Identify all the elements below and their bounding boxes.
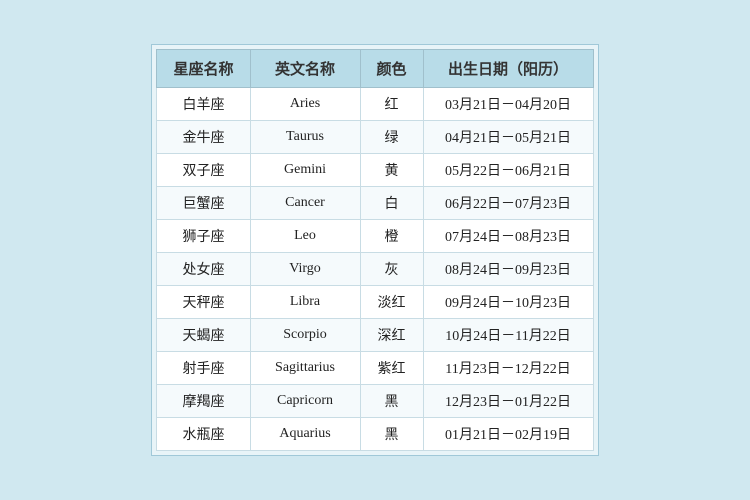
zodiac-table: 星座名称 英文名称 颜色 出生日期（阳历） 白羊座Aries红03月21日－04… — [156, 49, 593, 451]
cell-chinese: 白羊座 — [157, 88, 250, 121]
cell-english: Capricorn — [250, 385, 360, 418]
table-header-row: 星座名称 英文名称 颜色 出生日期（阳历） — [157, 50, 593, 88]
cell-chinese: 摩羯座 — [157, 385, 250, 418]
cell-date: 04月21日－05月21日 — [423, 121, 593, 154]
cell-chinese: 处女座 — [157, 253, 250, 286]
table-row: 双子座Gemini黄05月22日－06月21日 — [157, 154, 593, 187]
cell-date: 10月24日－11月22日 — [423, 319, 593, 352]
cell-color: 灰 — [360, 253, 423, 286]
cell-color: 紫红 — [360, 352, 423, 385]
cell-color: 淡红 — [360, 286, 423, 319]
table-row: 天秤座Libra淡红09月24日－10月23日 — [157, 286, 593, 319]
cell-english: Gemini — [250, 154, 360, 187]
cell-date: 06月22日－07月23日 — [423, 187, 593, 220]
cell-english: Scorpio — [250, 319, 360, 352]
cell-english: Libra — [250, 286, 360, 319]
table-row: 巨蟹座Cancer白06月22日－07月23日 — [157, 187, 593, 220]
cell-chinese: 巨蟹座 — [157, 187, 250, 220]
table-row: 天蝎座Scorpio深红10月24日－11月22日 — [157, 319, 593, 352]
cell-color: 橙 — [360, 220, 423, 253]
cell-date: 12月23日－01月22日 — [423, 385, 593, 418]
cell-english: Cancer — [250, 187, 360, 220]
cell-color: 黑 — [360, 418, 423, 451]
cell-date: 09月24日－10月23日 — [423, 286, 593, 319]
cell-english: Taurus — [250, 121, 360, 154]
cell-english: Leo — [250, 220, 360, 253]
cell-english: Aquarius — [250, 418, 360, 451]
header-english: 英文名称 — [250, 50, 360, 88]
table-row: 狮子座Leo橙07月24日－08月23日 — [157, 220, 593, 253]
zodiac-table-container: 星座名称 英文名称 颜色 出生日期（阳历） 白羊座Aries红03月21日－04… — [151, 44, 598, 456]
header-chinese: 星座名称 — [157, 50, 250, 88]
cell-english: Aries — [250, 88, 360, 121]
cell-chinese: 水瓶座 — [157, 418, 250, 451]
table-row: 白羊座Aries红03月21日－04月20日 — [157, 88, 593, 121]
cell-date: 08月24日－09月23日 — [423, 253, 593, 286]
cell-color: 绿 — [360, 121, 423, 154]
cell-color: 红 — [360, 88, 423, 121]
cell-chinese: 天秤座 — [157, 286, 250, 319]
cell-english: Virgo — [250, 253, 360, 286]
cell-chinese: 金牛座 — [157, 121, 250, 154]
table-row: 摩羯座Capricorn黑12月23日－01月22日 — [157, 385, 593, 418]
header-color: 颜色 — [360, 50, 423, 88]
table-row: 处女座Virgo灰08月24日－09月23日 — [157, 253, 593, 286]
cell-color: 深红 — [360, 319, 423, 352]
cell-chinese: 射手座 — [157, 352, 250, 385]
cell-english: Sagittarius — [250, 352, 360, 385]
cell-color: 黑 — [360, 385, 423, 418]
cell-color: 黄 — [360, 154, 423, 187]
cell-chinese: 天蝎座 — [157, 319, 250, 352]
cell-date: 05月22日－06月21日 — [423, 154, 593, 187]
cell-date: 03月21日－04月20日 — [423, 88, 593, 121]
cell-date: 07月24日－08月23日 — [423, 220, 593, 253]
table-row: 金牛座Taurus绿04月21日－05月21日 — [157, 121, 593, 154]
header-date: 出生日期（阳历） — [423, 50, 593, 88]
cell-chinese: 双子座 — [157, 154, 250, 187]
table-row: 水瓶座Aquarius黑01月21日－02月19日 — [157, 418, 593, 451]
table-row: 射手座Sagittarius紫红11月23日－12月22日 — [157, 352, 593, 385]
cell-color: 白 — [360, 187, 423, 220]
cell-date: 01月21日－02月19日 — [423, 418, 593, 451]
cell-chinese: 狮子座 — [157, 220, 250, 253]
cell-date: 11月23日－12月22日 — [423, 352, 593, 385]
